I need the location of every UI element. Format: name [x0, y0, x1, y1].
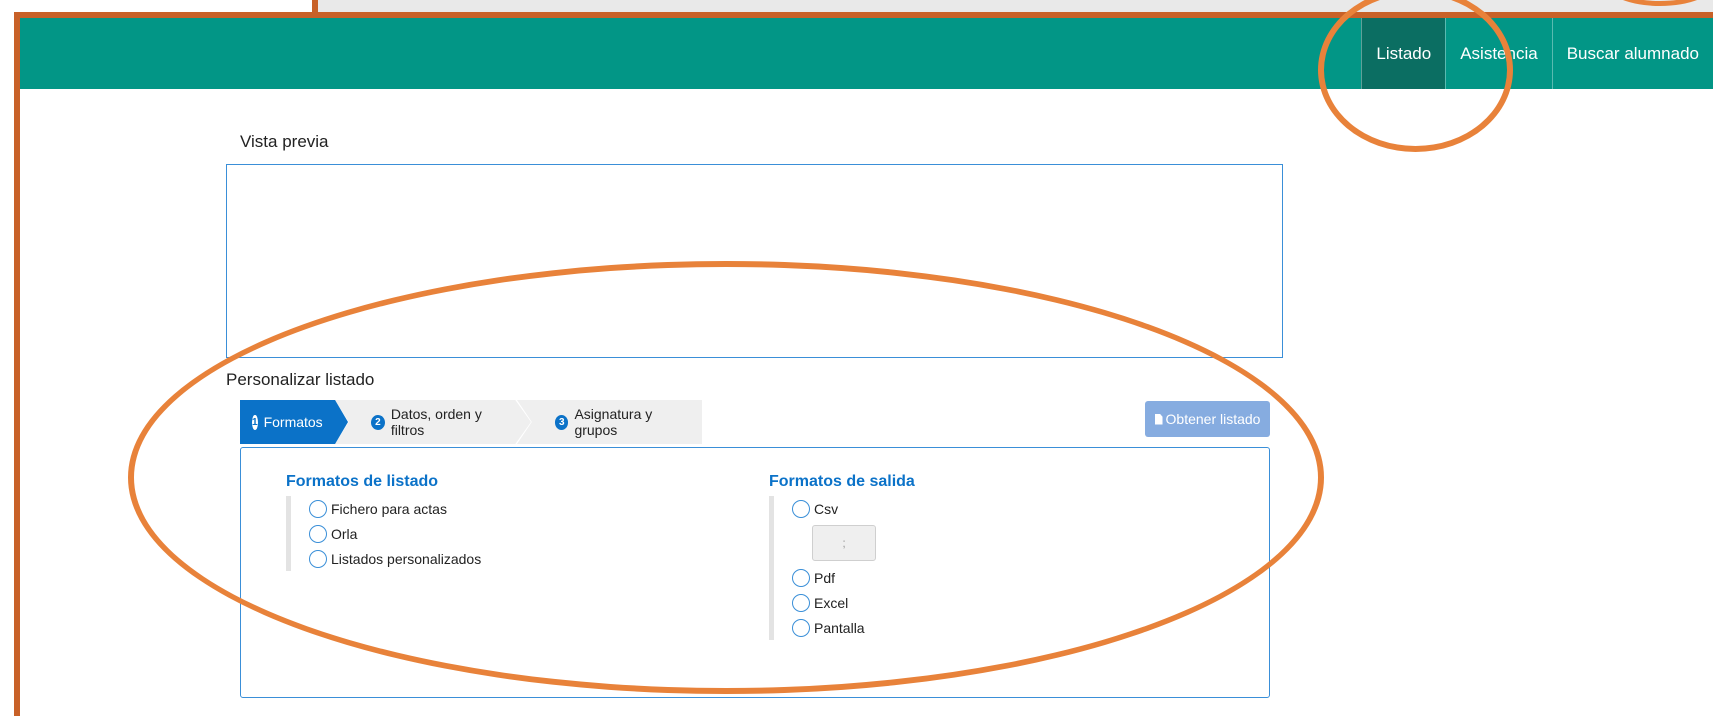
- step-formatos[interactable]: 1 Formatos: [240, 400, 348, 444]
- option-label: Csv: [814, 500, 839, 517]
- nav-item-buscar-alumnado[interactable]: Buscar alumnado: [1551, 18, 1713, 89]
- radio-button[interactable]: [792, 499, 810, 518]
- obtain-list-label: Obtener listado: [1165, 411, 1261, 427]
- radio-fichero-actas[interactable]: Fichero para actas: [309, 496, 481, 521]
- radio-excel[interactable]: Excel: [792, 590, 876, 615]
- option-label: Excel: [814, 594, 849, 611]
- nav-item-asistencia[interactable]: Asistencia: [1445, 18, 1551, 89]
- navbar: Listado Asistencia Buscar alumnado: [20, 18, 1713, 89]
- wizard-steps: 1 Formatos 2 Datos, orden y filtros 3 As…: [240, 400, 702, 444]
- step-number: 1: [252, 414, 258, 430]
- csv-separator-input[interactable]: ;: [812, 525, 876, 561]
- radio-pdf[interactable]: Pdf: [792, 565, 876, 590]
- formats-panel: Formatos de listado Fichero para actas O…: [240, 447, 1270, 698]
- list-formats-title: Formatos de listado: [286, 473, 439, 490]
- radio-pantalla[interactable]: Pantalla: [792, 615, 876, 640]
- preview-title: Vista previa: [240, 132, 329, 151]
- frame-border: [14, 12, 20, 716]
- option-label: Fichero para actas: [331, 500, 447, 517]
- radio-csv[interactable]: Csv: [792, 496, 876, 521]
- step-label: Formatos: [263, 414, 323, 430]
- radio-orla[interactable]: Orla: [309, 521, 481, 546]
- radio-button[interactable]: [792, 568, 810, 587]
- obtain-list-button[interactable]: Obtener listado: [1145, 401, 1270, 437]
- step-label: Asignatura y grupos: [574, 406, 653, 438]
- option-label: Listados personalizados: [331, 550, 482, 567]
- option-label: Pdf: [814, 569, 836, 586]
- nav-item-listado[interactable]: Listado: [1361, 18, 1446, 89]
- step-number: 3: [555, 414, 569, 430]
- preview-box: [226, 164, 1283, 358]
- step-asignatura-grupos[interactable]: 3 Asignatura y grupos: [517, 400, 702, 444]
- step-label: Datos, orden y filtros: [390, 406, 482, 438]
- radio-button[interactable]: [792, 618, 810, 637]
- customize-title: Personalizar listado: [226, 370, 375, 389]
- nav-menu: Listado Asistencia Buscar alumnado: [1361, 18, 1713, 89]
- radio-listados-personalizados[interactable]: Listados personalizados: [309, 546, 481, 571]
- list-formats-options: Fichero para actas Orla Listados persona…: [286, 496, 481, 571]
- output-formats-title: Formatos de salida: [769, 473, 915, 490]
- radio-button[interactable]: [309, 549, 327, 568]
- radio-button[interactable]: [792, 593, 810, 612]
- option-label: Pantalla: [814, 619, 865, 636]
- radio-button[interactable]: [309, 499, 327, 518]
- step-number: 2: [371, 414, 385, 430]
- option-label: Orla: [331, 525, 358, 542]
- output-formats-options: Csv ; Pdf Excel Pantalla: [769, 496, 876, 640]
- step-datos-orden-filtros[interactable]: 2 Datos, orden y filtros: [335, 400, 531, 444]
- document-icon: [1154, 413, 1163, 425]
- radio-button[interactable]: [309, 524, 327, 543]
